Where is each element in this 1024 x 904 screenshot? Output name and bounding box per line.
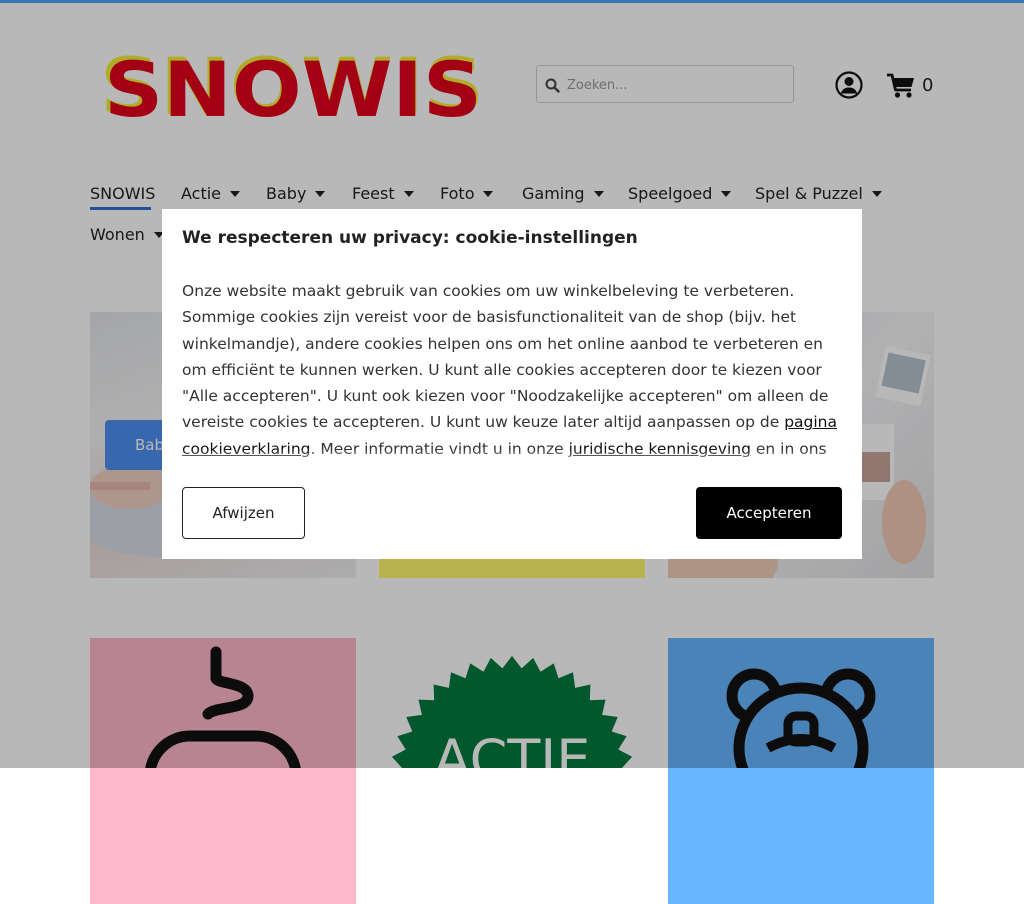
cookie-dialog-text: Onze website maakt gebruik van cookies o… <box>182 278 842 464</box>
cookie-dialog-title: We respecteren uw privacy: cookie-instel… <box>182 228 638 248</box>
reject-cookies-button[interactable]: Afwijzen <box>182 487 305 539</box>
cookie-text-part: Onze website maakt gebruik van cookies o… <box>182 282 829 432</box>
cookie-consent-dialog: We respecteren uw privacy: cookie-instel… <box>162 209 862 559</box>
accept-cookies-button[interactable]: Accepteren <box>696 487 842 539</box>
text-fade <box>162 449 862 471</box>
